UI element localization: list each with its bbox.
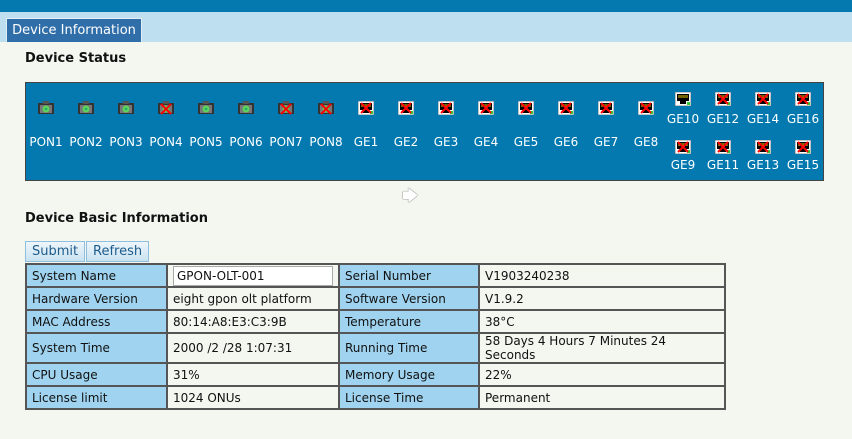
field-value: eight gpon olt platform xyxy=(166,286,340,311)
top-bar xyxy=(0,0,852,12)
field-label: License limit xyxy=(25,385,168,410)
field-label: Serial Number xyxy=(338,263,480,288)
port-label: GE16 xyxy=(786,112,820,126)
pon-port-up-icon[interactable] xyxy=(198,101,214,115)
ethernet-port-down-icon[interactable] xyxy=(557,100,575,116)
port-label: GE13 xyxy=(746,158,780,172)
field-label: License Time xyxy=(338,385,480,410)
ethernet-port-down-icon[interactable] xyxy=(357,100,375,116)
pon-port-down-icon[interactable] xyxy=(318,101,334,115)
pon-port-down-icon[interactable] xyxy=(278,101,294,115)
field-label: Software Version xyxy=(338,286,480,311)
field-value: 38°C xyxy=(478,309,726,334)
port-label: GE11 xyxy=(706,158,740,172)
ethernet-port-down-icon[interactable] xyxy=(714,91,732,107)
refresh-button[interactable]: Refresh xyxy=(86,241,150,262)
port-label: GE6 xyxy=(553,135,579,149)
port-label: GE7 xyxy=(593,135,619,149)
device-status-title: Device Status xyxy=(25,51,127,66)
field-label: CPU Usage xyxy=(25,362,168,387)
ethernet-port-up-icon[interactable] xyxy=(674,91,692,107)
field-value: 1024 ONUs xyxy=(166,385,340,410)
port-label: PON4 xyxy=(149,135,183,149)
port-label: GE1 xyxy=(353,135,379,149)
table-row: CPU Usage 31% Memory Usage 22% xyxy=(25,362,726,387)
ethernet-port-down-icon[interactable] xyxy=(437,100,455,116)
port-label: GE10 xyxy=(666,112,700,126)
pon-port-up-icon[interactable] xyxy=(38,101,54,115)
ethernet-port-down-icon[interactable] xyxy=(397,100,415,116)
port-label: PON3 xyxy=(109,135,143,149)
device-basic-info-title: Device Basic Information xyxy=(25,211,208,226)
pon-port-up-icon[interactable] xyxy=(118,101,134,115)
table-row: MAC Address 80:14:A8:E3:C3:9B Temperature 3… xyxy=(25,309,726,334)
port-label: GE9 xyxy=(670,158,696,172)
field-label: System Name xyxy=(25,263,168,288)
field-value: Permanent xyxy=(478,385,726,410)
port-label: PON7 xyxy=(269,135,303,149)
port-label: GE12 xyxy=(706,112,740,126)
port-label: PON8 xyxy=(309,135,343,149)
field-value: 31% xyxy=(166,362,340,387)
ethernet-port-down-icon[interactable] xyxy=(714,139,732,155)
ethernet-port-down-icon[interactable] xyxy=(754,91,772,107)
port-label: GE8 xyxy=(633,135,659,149)
table-row: License limit 1024 ONUs License Time Perman… xyxy=(25,385,726,410)
field-label: MAC Address xyxy=(25,309,168,334)
system-name-cell: GPON-OLT-001 xyxy=(166,263,340,288)
ethernet-port-down-icon[interactable] xyxy=(794,139,812,155)
pon-port-up-icon[interactable] xyxy=(78,101,94,115)
device-info-table: System Name GPON-OLT-001 Serial Number V190… xyxy=(25,263,726,410)
table-row: Hardware Version eight gpon olt platform S… xyxy=(25,286,726,311)
field-label: Hardware Version xyxy=(25,286,168,311)
table-row: System Name GPON-OLT-001 Serial Number V190… xyxy=(25,263,726,288)
device-status-panel: PON1 PON2 PON3 PON4 PON5 PON6 PON7 PON8 GE1 GE2 GE… xyxy=(25,82,824,181)
port-label: PON2 xyxy=(69,135,103,149)
port-label: GE14 xyxy=(746,112,780,126)
table-row: System Time 2000 /2 /28 1:07:31 Running Ti… xyxy=(25,332,726,364)
port-label: PON1 xyxy=(29,135,63,149)
submit-button[interactable]: Submit xyxy=(25,241,86,262)
port-label: GE4 xyxy=(473,135,499,149)
field-label: Running Time xyxy=(338,332,480,364)
field-label: Memory Usage xyxy=(338,362,480,387)
field-label: Temperature xyxy=(338,309,480,334)
port-label: PON6 xyxy=(229,135,263,149)
port-label: GE5 xyxy=(513,135,539,149)
field-value: 80:14:A8:E3:C3:9B xyxy=(166,309,340,334)
ethernet-port-down-icon[interactable] xyxy=(674,139,692,155)
field-value: V1903240238 xyxy=(478,263,726,288)
port-label: GE15 xyxy=(786,158,820,172)
port-label: GE3 xyxy=(433,135,459,149)
tab-device-information[interactable]: Device Information xyxy=(6,18,142,42)
system-name-input[interactable]: GPON-OLT-001 xyxy=(173,265,333,286)
field-value: V1.9.2 xyxy=(478,286,726,311)
port-label: PON5 xyxy=(189,135,223,149)
ethernet-port-down-icon[interactable] xyxy=(517,100,535,116)
mouse-cursor-icon: 🡆 xyxy=(402,186,419,205)
ethernet-port-down-icon[interactable] xyxy=(794,91,812,107)
port-label: GE2 xyxy=(393,135,419,149)
field-value: 58 Days 4 Hours 7 Minutes 24 Seconds xyxy=(478,332,726,364)
field-label: System Time xyxy=(25,332,168,364)
field-value: 22% xyxy=(478,362,726,387)
ethernet-port-down-icon[interactable] xyxy=(597,100,615,116)
ethernet-port-down-icon[interactable] xyxy=(637,100,655,116)
field-value: 2000 /2 /28 1:07:31 xyxy=(166,332,340,364)
pon-port-up-icon[interactable] xyxy=(238,101,254,115)
ethernet-port-down-icon[interactable] xyxy=(477,100,495,116)
ethernet-port-down-icon[interactable] xyxy=(754,139,772,155)
pon-port-down-icon[interactable] xyxy=(158,101,174,115)
